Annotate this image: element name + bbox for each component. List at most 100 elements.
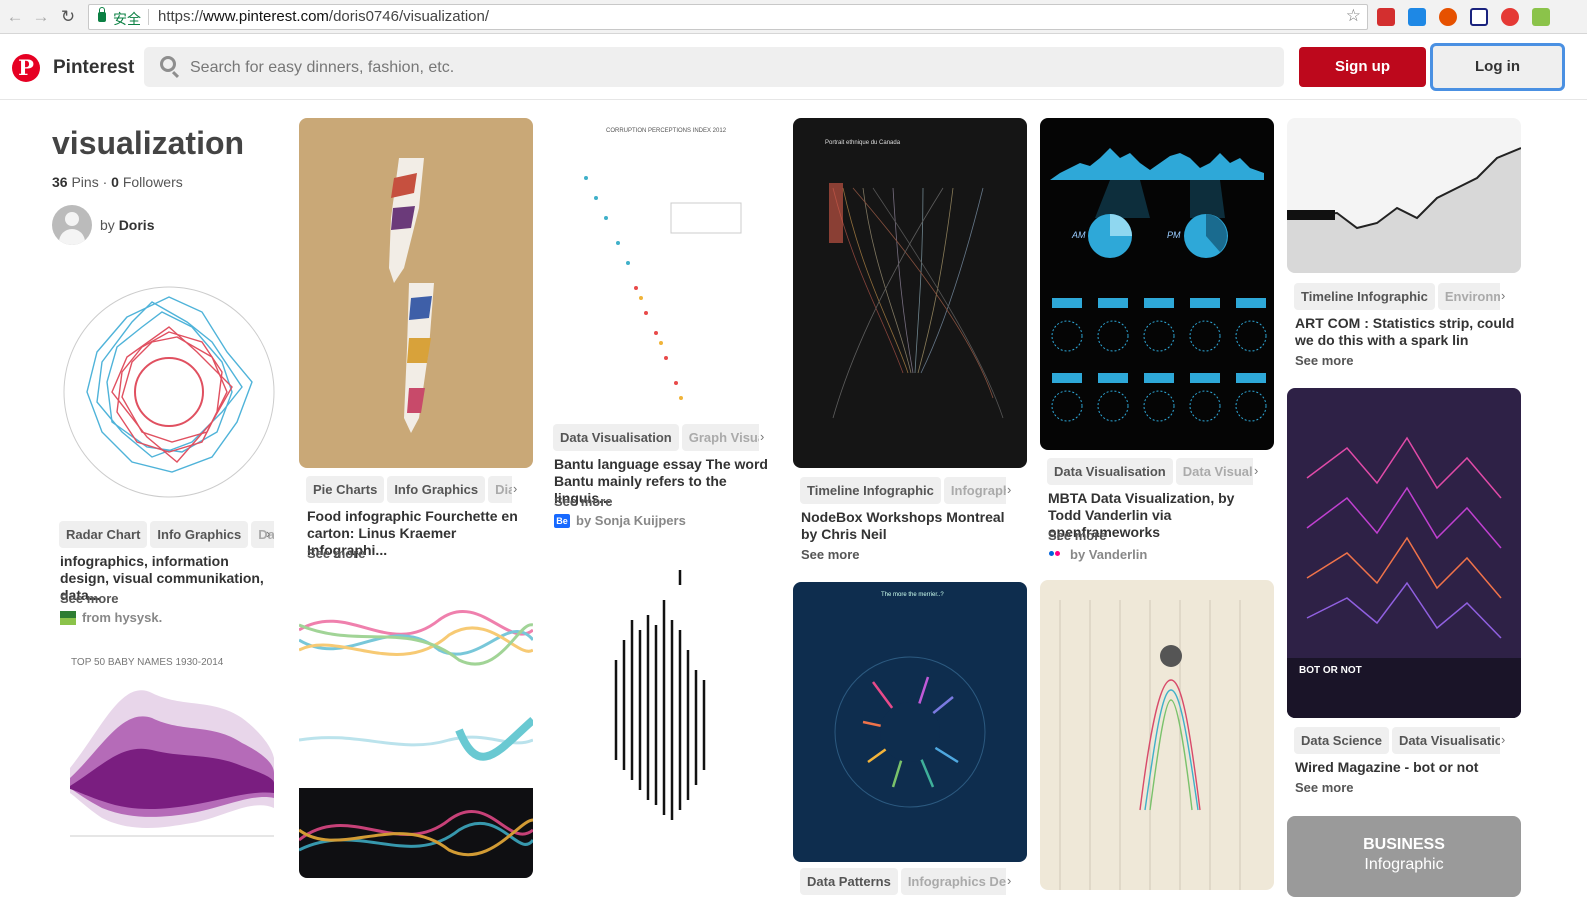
pin-tag[interactable]: Data Science: [1294, 727, 1389, 754]
chevron-right-icon[interactable]: ›: [266, 526, 270, 541]
reload-icon[interactable]: ↻: [57, 6, 79, 28]
pin-description[interactable]: ART COM : Statistics strip, could we do …: [1295, 315, 1515, 349]
small-multiples-grid: [1040, 288, 1274, 448]
pins-count: 36: [52, 174, 68, 190]
pin-tag[interactable]: Pie Charts: [306, 476, 385, 503]
pin-tag[interactable]: Data Visualiz: [1175, 458, 1253, 485]
streamgraph-graphic: [70, 690, 274, 837]
pin-tag[interactable]: Infographi: [943, 477, 1006, 504]
pin-tag[interactable]: Infographics Desi: [900, 868, 1006, 895]
pin-tag[interactable]: Data Visualisation: [553, 424, 679, 451]
radial-chart-graphic: [834, 656, 986, 808]
see-more-link[interactable]: See more: [307, 546, 366, 561]
timeline-lines-graphic: [1059, 600, 1241, 890]
pin-tag[interactable]: Info Graphics: [150, 521, 249, 548]
pin-tag[interactable]: Graph Visuali: [681, 424, 759, 451]
radar-chart-graphic: [63, 286, 275, 498]
see-more-link[interactable]: See more: [1295, 353, 1354, 368]
followers-count: 0: [111, 174, 119, 190]
extension-search-icon[interactable]: [1501, 8, 1519, 26]
am-label: AM: [1072, 230, 1086, 240]
pin-image-wired[interactable]: BOT OR NOT: [1287, 388, 1521, 718]
chevron-right-icon[interactable]: ›: [1007, 873, 1011, 888]
back-arrow-icon[interactable]: ←: [4, 6, 26, 28]
pin-description[interactable]: NodeBox Workshops Montreal by Chris Neil: [801, 509, 1021, 543]
business-title: BUSINESS: [1363, 836, 1445, 853]
pin-image-patterns[interactable]: The more the merrier..?: [793, 582, 1027, 862]
see-more-link[interactable]: See more: [554, 494, 613, 509]
chevron-right-icon[interactable]: ›: [1254, 463, 1258, 478]
site-header: P Pinterest Search for easy dinners, fas…: [0, 35, 1587, 100]
small-multiples-graphic: [1051, 298, 1267, 422]
see-more-link[interactable]: See more: [1295, 780, 1354, 795]
pin-tag[interactable]: Diag: [488, 476, 512, 503]
pin-image-parchment[interactable]: [1040, 580, 1274, 890]
pin-tags-artcom: Timeline InfographicEnvironme: [1294, 283, 1500, 311]
pin-tags-bantu: Data VisualisationGraph Visuali: [553, 424, 759, 452]
search-input[interactable]: Search for easy dinners, fashion, etc.: [144, 47, 1284, 87]
avatar[interactable]: [52, 205, 92, 245]
url-divider: [148, 9, 149, 25]
flow-threads-graphic: [829, 183, 1004, 419]
see-more-link[interactable]: See more: [60, 591, 119, 606]
forward-arrow-icon[interactable]: →: [30, 6, 52, 28]
see-more-link[interactable]: See more: [801, 547, 860, 562]
pin-image-business[interactable]: BUSINESS Infographic: [1287, 816, 1521, 897]
extension-image-icon[interactable]: [1532, 8, 1550, 26]
chevron-right-icon[interactable]: ›: [513, 481, 517, 496]
pm-label: PM: [1167, 230, 1181, 240]
pin-tag[interactable]: Environme: [1437, 283, 1500, 310]
pin-description[interactable]: Wired Magazine - bot or not: [1295, 759, 1515, 776]
board-owner: by Doris: [100, 217, 154, 233]
see-more-link[interactable]: See more: [1048, 528, 1107, 543]
pin-tag[interactable]: Info Graphics: [387, 476, 486, 503]
pin-image-mbta[interactable]: AM PM: [1040, 118, 1274, 450]
pins-label[interactable]: Pins: [71, 174, 98, 190]
pin-tags-mbta: Data VisualisationData Visualiz: [1047, 458, 1253, 486]
pin-image-babynames[interactable]: TOP 50 BABY NAMES 1930-2014: [62, 648, 282, 848]
chevron-right-icon[interactable]: ›: [760, 429, 764, 444]
extension-red-icon[interactable]: [1377, 8, 1395, 26]
pin-tag[interactable]: Radar Chart: [59, 521, 148, 548]
followers-label[interactable]: Followers: [123, 174, 183, 190]
pin-attribution[interactable]: by Sonja Kuijpers: [576, 513, 686, 528]
behance-icon: Be: [554, 514, 570, 528]
pin-tags-food: Pie ChartsInfo GraphicsDiag: [306, 476, 512, 504]
extension-n-icon[interactable]: [1470, 8, 1488, 26]
pin-tag[interactable]: Timeline Infographic: [800, 477, 941, 504]
login-button[interactable]: Log in: [1430, 43, 1565, 91]
extension-orange-icon[interactable]: [1439, 8, 1457, 26]
pin-tag[interactable]: Data Visualisation: [1047, 458, 1173, 485]
pin-attribution[interactable]: by Vanderlin: [1070, 547, 1147, 562]
pin-image-bantu[interactable]: CORRUPTION PERCEPTIONS INDEX 2012: [546, 118, 780, 415]
chevron-right-icon[interactable]: ›: [1501, 732, 1505, 747]
pin-image-food[interactable]: [299, 118, 533, 468]
url-text[interactable]: https://www.pinterest.com/doris0746/visu…: [158, 8, 489, 25]
owner-name[interactable]: Doris: [119, 217, 155, 233]
pin-attribution[interactable]: from hysysk.: [82, 610, 162, 625]
chevron-right-icon[interactable]: ›: [1007, 482, 1011, 497]
pinterest-logo-icon[interactable]: P: [12, 54, 40, 82]
pin-image-bars[interactable]: [546, 560, 780, 878]
pin-tag[interactable]: Timeline Infographic: [1294, 283, 1435, 310]
by-prefix: by: [100, 217, 115, 233]
signup-button[interactable]: Sign up: [1299, 47, 1426, 87]
pin-image-radar[interactable]: [52, 272, 286, 512]
image-chart-title: TOP 50 BABY NAMES 1930-2014: [71, 657, 224, 668]
pin-tags-radar: Radar Chart Info Graphics Da: [59, 521, 274, 549]
pin-image-flows[interactable]: [299, 580, 533, 878]
chevron-right-icon[interactable]: ›: [1501, 288, 1505, 303]
extension-blue-icon[interactable]: [1408, 8, 1426, 26]
pin-tag[interactable]: Da: [251, 521, 274, 548]
pin-tag[interactable]: Data Patterns: [800, 868, 898, 895]
dot-plot-graphic: [584, 176, 742, 400]
browser-toolbar: ← → ↻ 安全 https://www.pinterest.com/doris…: [0, 0, 1587, 34]
pin-image-artcom[interactable]: [1287, 118, 1521, 273]
pin-image-nodebox[interactable]: Portrait ethnique du Canada: [793, 118, 1027, 468]
address-bar[interactable]: 安全 https://www.pinterest.com/doris0746/v…: [88, 4, 1368, 30]
pin-tag[interactable]: Data Visualisation: [1391, 727, 1500, 754]
bookmark-star-icon[interactable]: ☆: [1346, 6, 1361, 26]
brand-name[interactable]: Pinterest: [53, 57, 134, 79]
url-path: /doris0746/visualization/: [328, 8, 489, 25]
flow-lines-graphic: [299, 610, 533, 878]
